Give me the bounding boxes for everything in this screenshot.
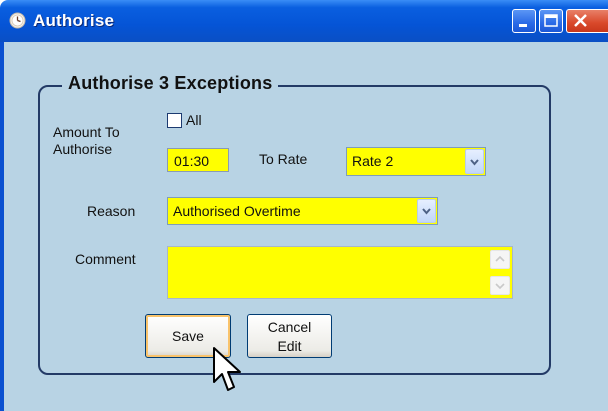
chevron-down-icon	[495, 283, 505, 290]
minimize-icon	[519, 24, 527, 27]
title-bar[interactable]: Authorise	[0, 0, 608, 42]
chevron-down-icon	[422, 208, 431, 215]
group-title: Authorise 3 Exceptions	[62, 73, 279, 94]
scroll-up-button[interactable]	[490, 250, 510, 269]
to-rate-label: To Rate	[259, 151, 308, 167]
maximize-icon	[544, 14, 558, 27]
cancel-edit-button[interactable]: Cancel Edit	[247, 314, 332, 358]
scroll-down-button[interactable]	[490, 276, 510, 295]
rate-dropdown-button[interactable]	[465, 149, 484, 174]
amount-label: Amount To Authorise	[53, 124, 153, 158]
comment-textarea[interactable]	[167, 246, 513, 299]
amount-label-line2: Authorise	[53, 141, 113, 157]
rate-select[interactable]: Rate 2	[346, 147, 486, 176]
all-checkbox-label[interactable]: All	[186, 112, 202, 128]
minimize-button[interactable]	[512, 9, 536, 33]
authorise-window: Authorise Authorise 3 Exceptions Amount …	[0, 0, 608, 411]
amount-label-line1: Amount To	[53, 124, 120, 140]
chevron-down-icon	[470, 159, 479, 166]
comment-label: Comment	[75, 251, 136, 267]
mouse-cursor-icon	[213, 347, 241, 391]
chevron-up-icon	[495, 255, 505, 262]
reason-dropdown-button[interactable]	[417, 199, 436, 223]
reason-select-value: Authorised Overtime	[173, 203, 301, 219]
window-title: Authorise	[33, 11, 115, 30]
maximize-button[interactable]	[539, 9, 563, 33]
cancel-label-line2: Edit	[277, 338, 302, 354]
reason-label: Reason	[87, 203, 136, 219]
window-border	[0, 42, 4, 411]
close-icon	[574, 14, 587, 27]
rate-select-value: Rate 2	[352, 153, 394, 169]
all-checkbox[interactable]	[167, 113, 182, 128]
reason-select[interactable]: Authorised Overtime	[167, 197, 438, 225]
cancel-label-line1: Cancel	[267, 319, 312, 335]
clock-icon	[9, 12, 26, 29]
comment-scrollbar[interactable]	[489, 248, 511, 297]
close-button[interactable]	[566, 9, 608, 33]
amount-input[interactable]: 01:30	[167, 148, 229, 172]
